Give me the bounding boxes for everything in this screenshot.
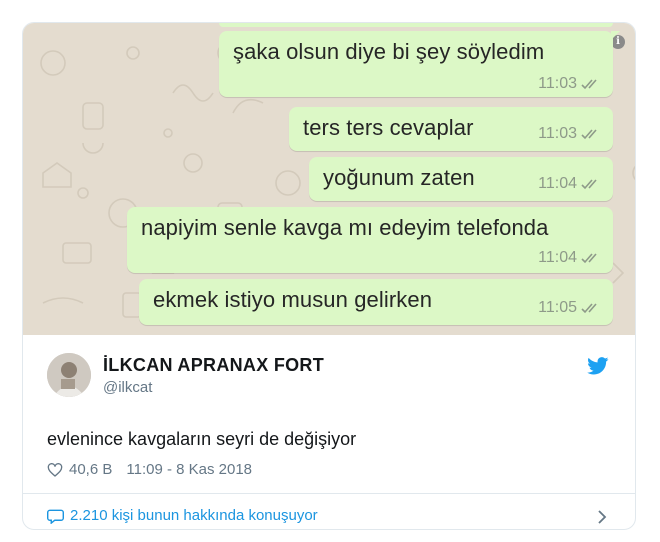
double-check-icon: [581, 253, 597, 264]
avatar-image: [47, 353, 91, 397]
tweet-text: evlenince kavgaların seyri de değişiyor: [47, 429, 357, 449]
message-meta: 11:03: [538, 75, 603, 93]
message-bubble: yoğunum zaten 11:04: [309, 157, 613, 201]
message-meta: 11:04: [538, 175, 603, 193]
embedded-tweet-card: i şaka olsun diye bi şey söyledim 11:03 …: [22, 22, 636, 530]
double-check-icon: [581, 179, 597, 190]
message-meta: 11:05: [538, 299, 603, 317]
double-check-icon: [581, 129, 597, 140]
message-bubble: napiyim senle kavga mı edeyim telefonda …: [127, 207, 613, 273]
chat-screenshot[interactable]: i şaka olsun diye bi şey söyledim 11:03 …: [23, 23, 635, 335]
speech-bubble-icon: [47, 509, 64, 524]
message-time: 11:04: [538, 175, 577, 192]
divider: [23, 493, 635, 494]
message-time: 11:03: [538, 125, 577, 142]
message-time: 11:04: [538, 249, 577, 266]
conversation-label: 2.210 kişi bunun hakkında konuşuyor: [70, 507, 318, 524]
message-bubble: ekmek istiyo musun gelirken 11:05: [139, 279, 613, 325]
tweet-timestamp[interactable]: 11:09 - 8 Kas 2018: [126, 461, 252, 478]
heart-icon[interactable]: [47, 462, 63, 478]
chevron-right-icon[interactable]: [597, 509, 607, 525]
message-text: yoğunum zaten: [323, 165, 475, 190]
message-bubble: şaka olsun diye bi şey söyledim 11:03: [219, 31, 620, 97]
author-name[interactable]: İLKCAN APRANAX FORT: [103, 355, 324, 376]
message-time: 11:03: [538, 75, 577, 92]
message-meta: 11:04: [538, 249, 603, 267]
tweet-meta: 40,6 B 11:09 - 8 Kas 2018: [47, 461, 252, 478]
previous-bubble-edge: [219, 23, 613, 27]
message-text: ekmek istiyo musun gelirken: [153, 287, 433, 312]
like-count[interactable]: 40,6 B: [69, 461, 112, 478]
message-time: 11:05: [538, 299, 577, 316]
twitter-bird-icon[interactable]: [587, 357, 609, 375]
message-bubble: ters ters cevaplar 11:03: [289, 107, 613, 151]
message-text: napiyim senle kavga mı edeyim telefonda: [141, 215, 549, 240]
message-meta: 11:03: [538, 125, 603, 143]
author-handle[interactable]: @ilkcat: [103, 379, 152, 396]
double-check-icon: [581, 79, 597, 90]
avatar[interactable]: [47, 353, 91, 397]
message-text: şaka olsun diye bi şey söyledim: [233, 39, 545, 64]
message-text: ters ters cevaplar: [303, 115, 474, 140]
double-check-icon: [581, 303, 597, 314]
conversation-link[interactable]: 2.210 kişi bunun hakkında konuşuyor: [47, 507, 318, 524]
